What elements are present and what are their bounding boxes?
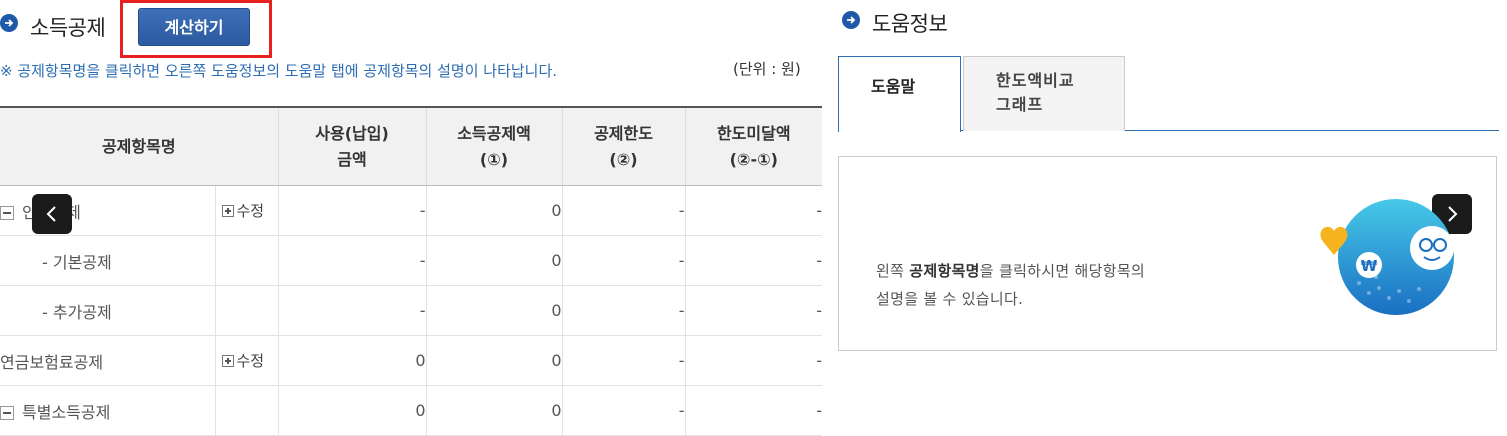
plus-box-icon [221,205,234,217]
edit-cell[interactable]: 수정 [214,335,279,386]
unit-label: (단위 : 원) [733,60,801,78]
header-deduction-amount: 소득공제액 (①) [425,106,563,186]
chevron-left-icon [46,206,56,222]
used-amount-cell: - [277,285,427,336]
calculate-button[interactable]: 계산하기 [138,8,250,46]
header-deduction-limit: 공제한도 (②) [561,106,686,186]
table-row: - 추가공제 - 0 - - [0,285,823,336]
deduction-amount-cell: 0 [425,185,563,236]
minus-toggle-icon[interactable] [0,205,14,220]
row-name-cell[interactable]: - 기본공제 [0,235,215,286]
shortfall-cell: - [684,185,823,236]
table-header-row: 공제항목명 사용(납입) 금액 소득공제액 (①) 공제한도 (②) 한도미달액… [0,106,823,186]
table-row: 인적공제 수정 - 0 - - [0,185,823,236]
row-name-cell[interactable]: - 추가공제 [0,285,215,336]
limit-cell: - [561,335,686,386]
header-used-amount: 사용(납입) 금액 [277,106,427,186]
table-row: 연금보험료공제 수정 0 0 - - [0,335,823,386]
used-amount-cell: 0 [277,385,427,436]
used-amount-cell: - [277,235,427,286]
deduction-amount-cell: 0 [425,235,563,286]
table-row: - 기본공제 - 0 - - [0,235,823,286]
table-row: 특별소득공제 0 0 - - [0,385,823,436]
limit-cell: - [561,185,686,236]
item-name-link[interactable]: 특별소득공제 [22,403,110,422]
help-text: 왼쪽 공제항목명을 클릭하시면 해당항목의 설명을 볼 수 있습니다. [876,262,1146,308]
section-title-income-deduction: 소득공제 [30,16,106,40]
header-item-name: 공제항목명 [0,106,279,186]
notice-text: ※ 공제항목명을 클릭하면 오른쪽 도움정보의 도움말 탭에 공제항목의 설명이… [0,62,558,80]
carousel-prev-button[interactable] [32,194,72,234]
row-name-cell[interactable]: 특별소득공제 [0,385,215,436]
deduction-amount-cell: 0 [425,285,563,336]
edit-link[interactable]: 수정 [216,352,264,370]
circle-arrow-icon [842,11,860,29]
plus-box-icon [221,355,234,367]
edit-link[interactable]: 수정 [216,202,264,220]
deduction-table: 공제항목명 사용(납입) 금액 소득공제액 (①) 공제한도 (②) 한도미달액… [0,106,823,436]
shortfall-cell: - [684,335,823,386]
circle-arrow-icon [0,14,18,32]
limit-cell: - [561,285,686,336]
limit-cell: - [561,235,686,286]
edit-cell [214,235,279,286]
tab-limit-comparison-graph[interactable]: 한도액비교 그래프 [963,56,1125,131]
deduction-amount-cell: 0 [425,335,563,386]
row-name-cell[interactable]: 연금보험료공제 [0,335,215,386]
used-amount-cell: 0 [277,335,427,386]
shortfall-cell: - [684,235,823,286]
used-amount-cell: - [277,185,427,236]
section-title-help-info: 도움정보 [872,12,948,36]
header-shortfall: 한도미달액 (②-①) [684,106,823,186]
tab-help[interactable]: 도움말 [838,56,961,132]
edit-cell [214,385,279,436]
help-content-box: 왼쪽 공제항목명을 클릭하시면 해당항목의 설명을 볼 수 있습니다. ₩ [838,156,1497,351]
edit-cell [214,285,279,336]
mascot-illustration: ₩ [1320,199,1454,315]
minus-toggle-icon[interactable] [0,405,14,420]
shortfall-cell: - [684,285,823,336]
edit-cell[interactable]: 수정 [214,185,279,236]
shortfall-cell: - [684,385,823,436]
svg-text:₩: ₩ [1361,257,1378,275]
limit-cell: - [561,385,686,436]
deduction-amount-cell: 0 [425,385,563,436]
